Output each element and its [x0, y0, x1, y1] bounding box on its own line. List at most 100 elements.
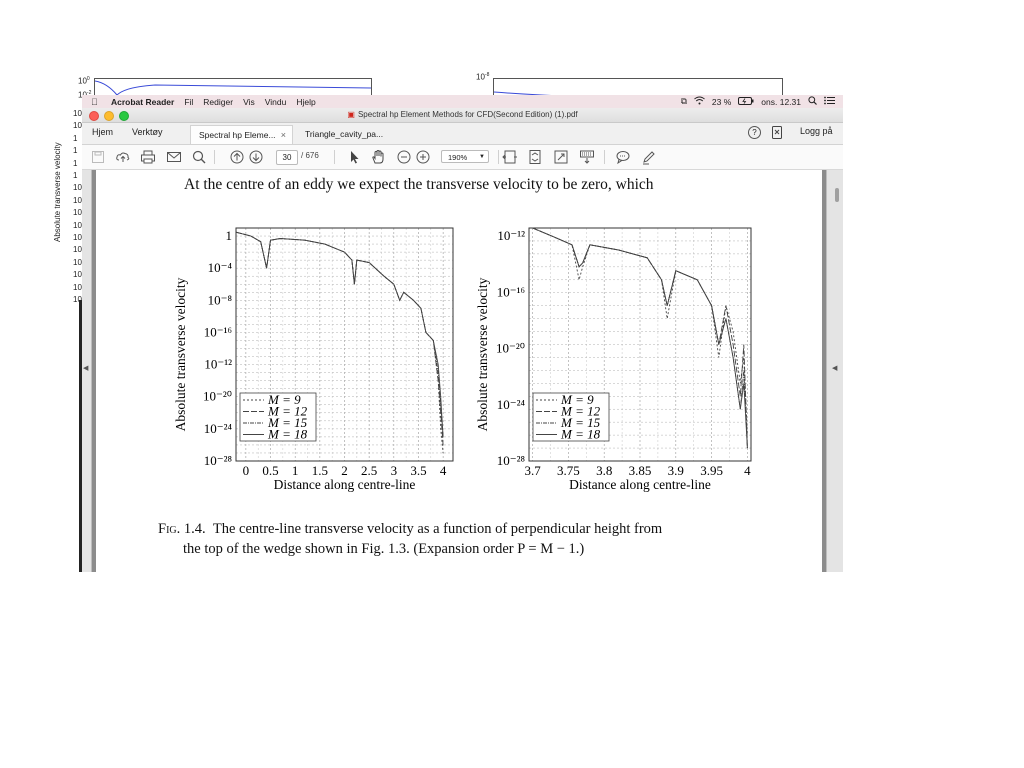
page-number-input[interactable]: 30 [276, 150, 298, 165]
print-icon[interactable] [140, 149, 156, 165]
y-tick-label: 10⁻¹² [204, 357, 232, 372]
left-panel-collapsed[interactable]: ◀ [82, 170, 92, 572]
notification-center-icon[interactable] [824, 96, 835, 107]
x-tick-label: 3.75 [557, 463, 580, 478]
window-controls [89, 111, 129, 121]
x-tick-label: 3.95 [700, 463, 723, 478]
zoom-level-value: 190% [448, 153, 468, 162]
x-tick-label: 3 [391, 463, 398, 478]
y-tick-label: 10⁻²⁸ [497, 453, 526, 468]
minimize-window-button[interactable] [104, 111, 114, 121]
y-tick-label: 10⁻²⁴ [204, 421, 233, 436]
close-tab-icon[interactable]: × [281, 126, 286, 145]
toolbar-separator [334, 150, 335, 164]
menu-window[interactable]: Vindu [265, 97, 287, 107]
mobile-link-icon[interactable] [772, 126, 782, 141]
document-viewport[interactable]: ◀ ◀ At the centre of an eddy we expect t… [82, 170, 843, 572]
spotlight-search-icon[interactable] [808, 96, 817, 107]
acrobat-tab-row: Hjem Verktøy Spectral hp Eleme... × Tria… [82, 123, 843, 145]
right-panel-collapsed[interactable]: ◀ [826, 170, 843, 572]
x-tick-label: 2.5 [361, 463, 377, 478]
background-tick-label: 10 [73, 121, 82, 131]
zoom-level-select[interactable]: 190% ▼ [441, 150, 489, 163]
x-tick-label: 4 [440, 463, 447, 478]
sign-in-link[interactable]: Logg på [800, 126, 833, 136]
menu-help[interactable]: Hjelp [296, 97, 315, 107]
upload-cloud-icon[interactable] [115, 149, 131, 165]
x-tick-label: 3.85 [629, 463, 652, 478]
x-tick-label: 1 [292, 463, 299, 478]
display-icon[interactable]: ⧉ [681, 96, 687, 107]
close-window-button[interactable] [89, 111, 99, 121]
y-tick-label: 1 [226, 228, 233, 243]
zoom-out-icon[interactable] [396, 149, 412, 165]
fit-page-icon[interactable] [502, 149, 518, 165]
x-tick-label: 3.5 [410, 463, 426, 478]
document-tab-triangle[interactable]: Triangle_cavity_pa... [297, 125, 397, 144]
background-tick-label: 1 [73, 158, 78, 168]
menu-view[interactable]: Vis [243, 97, 255, 107]
y-axis-label: Absolute transverse velocity [173, 277, 188, 431]
caption-line-1: The centre-line transverse velocity as a… [212, 521, 663, 537]
figure-charts: 0 0.5 1 1.5 2 2.5 3 3.5 4 1 10⁻⁴ 10⁻⁸ 10⁻¹⁶ 10⁻¹² 10⁻²… [173, 227, 752, 492]
next-page-icon[interactable] [248, 149, 264, 165]
page-view-icon[interactable] [527, 149, 543, 165]
y-tick-label: 10⁻²⁰ [203, 389, 232, 404]
x-axis-label: Distance along centre-line [569, 477, 711, 492]
window-titlebar[interactable]: ▣ Spectral hp Element Methods for CFD(Sec… [82, 108, 843, 123]
x-tick-label: 1.5 [312, 463, 328, 478]
save-icon[interactable] [90, 149, 106, 165]
select-cursor-icon[interactable] [346, 149, 362, 165]
app-menu-acrobat[interactable]: Acrobat Reader [111, 97, 174, 107]
search-icon[interactable] [191, 149, 207, 165]
y-tick-label: 10⁻²⁴ [497, 397, 526, 412]
menu-edit[interactable]: Rediger [203, 97, 233, 107]
background-tick-label: 1 [73, 171, 78, 180]
acrobat-toolbar: 30 / 676 190% ▼ [82, 145, 843, 170]
toolbar-separator [498, 150, 499, 164]
chevron-down-icon: ▼ [479, 154, 485, 160]
help-icon[interactable]: ? [748, 126, 761, 139]
background-tick-label: 1 [73, 133, 78, 143]
document-tab-label: Spectral hp Eleme... [199, 130, 276, 140]
battery-icon[interactable] [738, 96, 754, 107]
apple-icon[interactable]:  [91, 97, 103, 107]
x-tick-label: 0 [243, 463, 250, 478]
x-tick-label: 3.8 [596, 463, 612, 478]
legend-label: M = 18 [267, 427, 308, 442]
wifi-icon[interactable] [694, 96, 705, 107]
hand-tool-icon[interactable] [370, 149, 386, 165]
x-axis-label: Distance along centre-line [274, 477, 416, 492]
full-screen-icon[interactable] [553, 149, 569, 165]
keyboard-scroll-icon[interactable] [579, 149, 595, 165]
y-tick-label: 10⁻²⁸ [204, 453, 233, 468]
expand-right-panel-icon[interactable]: ◀ [832, 364, 837, 372]
expand-left-panel-icon[interactable]: ◀ [83, 364, 88, 372]
menubar-clock[interactable]: ons. 12.31 [761, 97, 801, 107]
document-tab-label: Triangle_cavity_pa... [305, 129, 384, 139]
vertical-scrollbar-thumb[interactable] [835, 188, 839, 202]
body-text-line: At the centre of an eddy we expect the t… [184, 176, 654, 193]
document-tab-spectral[interactable]: Spectral hp Eleme... × [190, 125, 293, 144]
background-tick-label: 10 [73, 220, 82, 230]
email-icon[interactable] [166, 149, 182, 165]
zoom-in-icon[interactable] [415, 149, 431, 165]
page-total: / 676 [301, 151, 319, 160]
mac-menubar:  Acrobat Reader Fil Rediger Vis Vindu H… [82, 95, 843, 108]
comment-icon[interactable] [615, 149, 631, 165]
x-tick-label: 2 [341, 463, 348, 478]
highlight-pen-icon[interactable] [641, 149, 657, 165]
figure-caption: Fig. 1.4. The centre-line transverse vel… [158, 519, 662, 559]
x-tick-label: 0.5 [262, 463, 278, 478]
menu-file[interactable]: Fil [184, 97, 193, 107]
toolbar-separator [604, 150, 605, 164]
tools-tab[interactable]: Verktøy [132, 127, 163, 137]
caption-label: Fig. 1.4. [158, 521, 206, 537]
background-tick-label: 10 [73, 257, 82, 267]
home-tab[interactable]: Hjem [92, 127, 113, 137]
maximize-window-button[interactable] [119, 111, 129, 121]
background-tick-label: 10 [73, 208, 82, 218]
background-tick-label: 10 [73, 270, 82, 280]
previous-page-icon[interactable] [229, 149, 245, 165]
caption-line-2: the top of the wedge shown in Fig. 1.3. … [183, 541, 585, 557]
